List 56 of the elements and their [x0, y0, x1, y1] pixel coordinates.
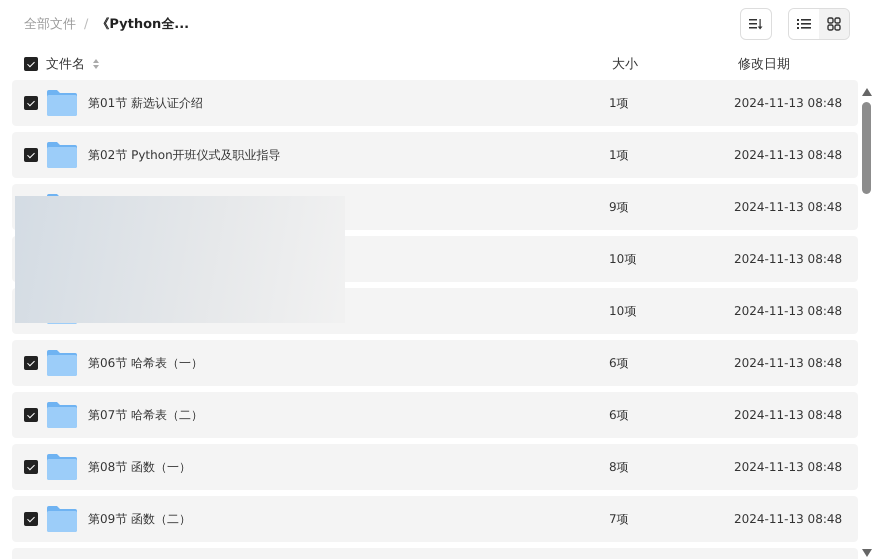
- folder-icon: [47, 454, 77, 480]
- sort-button[interactable]: [740, 8, 772, 40]
- file-row[interactable]: 第07节 哈希表（二） 6项 2024-11-13 08:48: [12, 392, 858, 438]
- modified-date: 2024-11-13 08:48: [734, 512, 844, 526]
- file-size: 8项: [609, 458, 630, 476]
- file-row[interactable]: 第08节 函数（一） 8项 2024-11-13 08:48: [12, 444, 858, 490]
- folder-icon: [47, 142, 77, 168]
- file-name: 第06节 哈希表（一）: [88, 354, 204, 372]
- modified-date: 2024-11-13 08:48: [734, 148, 844, 162]
- checkbox[interactable]: [24, 512, 38, 526]
- modified-date: 2024-11-13 08:48: [734, 96, 844, 110]
- file-name: 第08节 函数（一）: [88, 458, 192, 476]
- file-size: 1项: [609, 94, 630, 112]
- modified-date: 2024-11-13 08:48: [734, 356, 844, 370]
- modified-date: 2024-11-13 08:48: [734, 460, 844, 474]
- file-name: 第09节 函数（二）: [88, 510, 192, 528]
- checkbox[interactable]: [24, 57, 38, 71]
- modified-date: 2024-11-13 08:48: [734, 304, 844, 318]
- folder-icon: [47, 402, 77, 428]
- scroll-up-arrow-icon[interactable]: [862, 88, 872, 96]
- file-size: 10项: [609, 250, 638, 268]
- file-size: 6项: [609, 406, 630, 424]
- grid-view-icon: [827, 17, 841, 31]
- checkbox[interactable]: [24, 96, 38, 110]
- file-row[interactable]: 第09节 函数（二） 7项 2024-11-13 08:48: [12, 496, 858, 542]
- list-view-icon: [797, 18, 811, 30]
- file-name: 第01节 薪选认证介绍: [88, 94, 204, 112]
- modified-date: 2024-11-13 08:48: [734, 252, 844, 266]
- checkbox[interactable]: [24, 408, 38, 422]
- breadcrumb-separator: /: [84, 16, 88, 32]
- list-view-button[interactable]: [789, 9, 819, 39]
- file-name: 第02节 Python开班仪式及职业指导: [88, 146, 282, 164]
- modified-date: 2024-11-13 08:48: [734, 200, 844, 214]
- folder-icon: [47, 350, 77, 376]
- folder-icon: [47, 90, 77, 116]
- checkbox[interactable]: [24, 356, 38, 370]
- file-row[interactable]: 第02节 Python开班仪式及职业指导 1项 2024-11-13 08:48: [12, 132, 858, 178]
- column-header[interactable]: 文件名: [46, 55, 85, 73]
- checkbox[interactable]: [24, 460, 38, 474]
- file-name: 第07节 哈希表（二）: [88, 406, 204, 424]
- file-row[interactable]: 第06节 哈希表（一） 6项 2024-11-13 08:48: [12, 340, 858, 386]
- scrollbar-thumb[interactable]: [862, 102, 871, 194]
- file-row[interactable]: 第01节 薪选认证介绍 1项 2024-11-13 08:48: [12, 80, 858, 126]
- checkbox[interactable]: [24, 148, 38, 162]
- column-header: 大小: [612, 56, 639, 73]
- sort-icon: [749, 18, 763, 30]
- file-size: 1项: [609, 146, 630, 164]
- file-size: 9项: [609, 198, 630, 216]
- modified-date: 2024-11-13 08:48: [734, 408, 844, 422]
- folder-icon: [47, 506, 77, 532]
- breadcrumb-link[interactable]: 《Python全...: [96, 15, 190, 33]
- file-size: 10项: [609, 302, 638, 320]
- file-size: 7项: [609, 510, 630, 528]
- column-header: 修改日期: [738, 56, 791, 73]
- scroll-down-arrow-icon[interactable]: [862, 549, 872, 557]
- file-size: 6项: [609, 354, 630, 372]
